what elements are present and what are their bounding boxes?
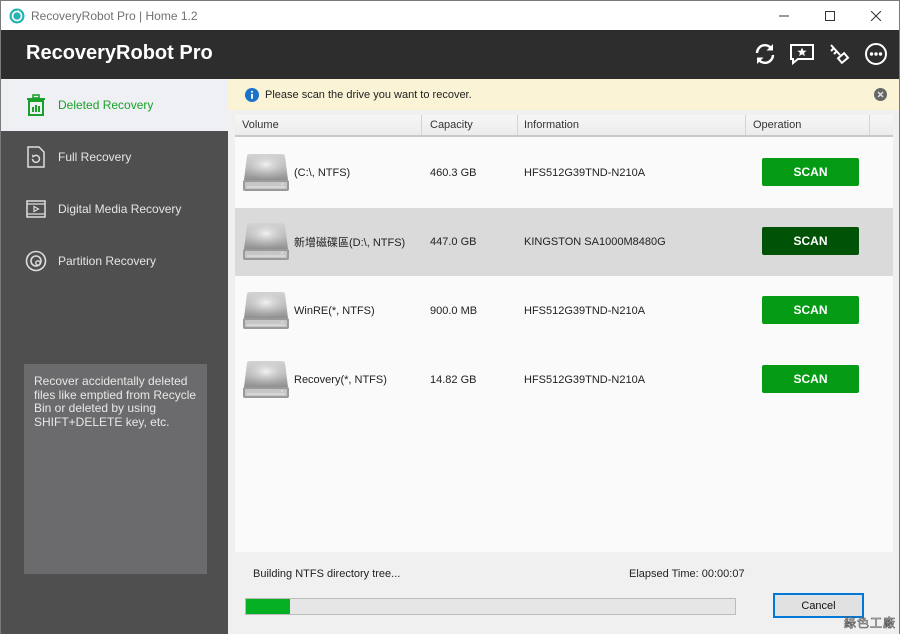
register-key-button[interactable] <box>826 41 852 67</box>
app-logo-icon <box>9 8 25 23</box>
app-header: RecoveryRobot Pro <box>1 30 899 79</box>
hard-drive-icon <box>243 154 289 191</box>
maximize-icon <box>825 10 835 21</box>
scan-button[interactable]: SCAN <box>762 227 859 255</box>
title-bar: RecoveryRobot Pro | Home 1.2 <box>1 1 899 30</box>
sidebar-item-full-recovery[interactable]: Full Recovery <box>1 131 228 183</box>
partition-icon <box>25 250 47 272</box>
main-panel: Please scan the drive you want to recove… <box>228 79 899 634</box>
column-header-capacity[interactable]: Capacity <box>423 115 518 135</box>
hard-drive-icon <box>243 292 289 329</box>
information-cell: HFS512G39TND-N210A <box>524 374 646 386</box>
sidebar-item-label: Partition Recovery <box>58 254 157 268</box>
table-header: Volume Capacity Information Operation <box>235 115 893 137</box>
trash-icon <box>25 94 47 116</box>
table-row[interactable]: WinRE(*, NTFS) 900.0 MB HFS512G39TND-N21… <box>235 277 893 345</box>
close-notice-icon[interactable] <box>874 88 887 101</box>
volume-name: WinRE(*, NTFS) <box>294 305 375 317</box>
sidebar-item-label: Digital Media Recovery <box>58 202 182 216</box>
column-header-operation[interactable]: Operation <box>746 115 870 135</box>
sidebar-item-deleted-recovery[interactable]: Deleted Recovery <box>1 79 228 131</box>
information-cell: HFS512G39TND-N210A <box>524 167 646 179</box>
volume-cell: (C:\, NTFS) <box>235 139 423 207</box>
elapsed-time: Elapsed Time: 00:00:07 <box>629 568 745 580</box>
sidebar-item-digital-media-recovery[interactable]: Digital Media Recovery <box>1 183 228 235</box>
capacity-cell: 900.0 MB <box>430 305 478 317</box>
sidebar-item-label: Full Recovery <box>58 150 132 164</box>
information-cell: HFS512G39TND-N210A <box>524 305 646 317</box>
maximize-button[interactable] <box>807 1 853 30</box>
brand-title: RecoveryRobot Pro <box>26 42 213 64</box>
minimize-icon <box>779 15 789 16</box>
volume-name: 新增磁碟區(D:\, NTFS) <box>294 237 406 249</box>
more-options-button[interactable] <box>863 41 889 67</box>
info-icon <box>245 87 259 102</box>
sidebar-item-partition-recovery[interactable]: Partition Recovery <box>1 235 228 287</box>
hard-drive-icon <box>243 361 289 398</box>
hard-drive-icon <box>243 223 289 260</box>
capacity-cell: 14.82 GB <box>430 374 477 386</box>
feature-description: Recover accidentally deleted files like … <box>24 364 207 574</box>
refresh-icon <box>755 44 775 64</box>
close-icon <box>871 10 881 21</box>
minimize-button[interactable] <box>761 1 807 30</box>
close-window-button[interactable] <box>853 1 899 30</box>
feedback-star-icon <box>790 44 814 66</box>
scan-progress-bar <box>245 598 736 615</box>
scan-button[interactable]: SCAN <box>762 365 859 393</box>
table-row[interactable]: 新增磁碟區(D:\, NTFS) 447.0 GB KINGSTON SA100… <box>235 208 893 276</box>
media-icon <box>25 198 47 220</box>
refresh-button[interactable] <box>752 41 778 67</box>
feedback-button[interactable] <box>789 41 815 67</box>
information-cell: KINGSTON SA1000M8480G <box>524 236 666 248</box>
table-row[interactable]: Recovery(*, NTFS) 14.82 GB HFS512G39TND-… <box>235 346 893 414</box>
volume-name: Recovery(*, NTFS) <box>294 374 387 386</box>
notice-bar: Please scan the drive you want to recove… <box>228 79 899 110</box>
more-icon <box>865 43 887 65</box>
key-icon <box>830 44 850 65</box>
scan-button[interactable]: SCAN <box>762 296 859 324</box>
watermark: 綠色工廠 <box>843 616 896 631</box>
volume-name: (C:\, NTFS) <box>294 167 351 179</box>
app-window: RecoveryRobot Pro | Home 1.2 RecoveryRob… <box>0 0 900 634</box>
table-row[interactable]: (C:\, NTFS) 460.3 GB HFS512G39TND-N210A … <box>235 139 893 207</box>
sidebar-item-label: Deleted Recovery <box>58 98 154 112</box>
sidebar: Deleted Recovery Full Recovery Digital M… <box>1 79 228 634</box>
column-header-volume[interactable]: Volume <box>235 115 422 135</box>
volume-cell: 新增磁碟區(D:\, NTFS) <box>235 208 423 276</box>
volume-cell: WinRE(*, NTFS) <box>235 277 423 345</box>
scan-button[interactable]: SCAN <box>762 158 859 186</box>
capacity-cell: 460.3 GB <box>430 167 477 179</box>
progress-fill <box>246 599 290 614</box>
notice-text: Please scan the drive you want to recove… <box>265 88 472 101</box>
file-restore-icon <box>25 146 47 168</box>
volume-cell: Recovery(*, NTFS) <box>235 346 423 414</box>
drive-table: Volume Capacity Information Operation (C… <box>235 115 893 552</box>
window-title: RecoveryRobot Pro | Home 1.2 <box>31 8 198 23</box>
capacity-cell: 447.0 GB <box>430 236 477 248</box>
column-header-information[interactable]: Information <box>517 115 746 135</box>
status-message: Building NTFS directory tree... <box>253 568 401 580</box>
